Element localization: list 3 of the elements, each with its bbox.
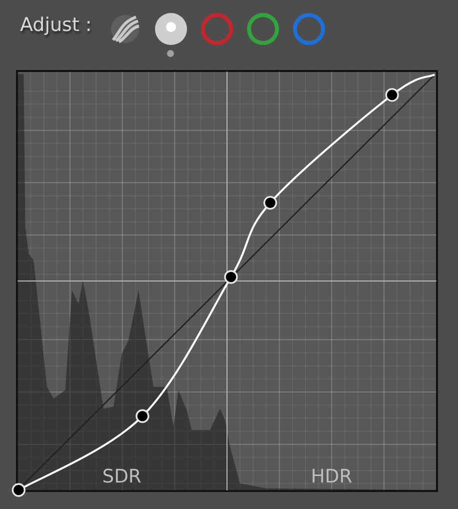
zone-label: SDR <box>102 466 142 488</box>
adjust-label: Adjust : <box>20 13 92 38</box>
zone-label: HDR <box>310 466 352 488</box>
